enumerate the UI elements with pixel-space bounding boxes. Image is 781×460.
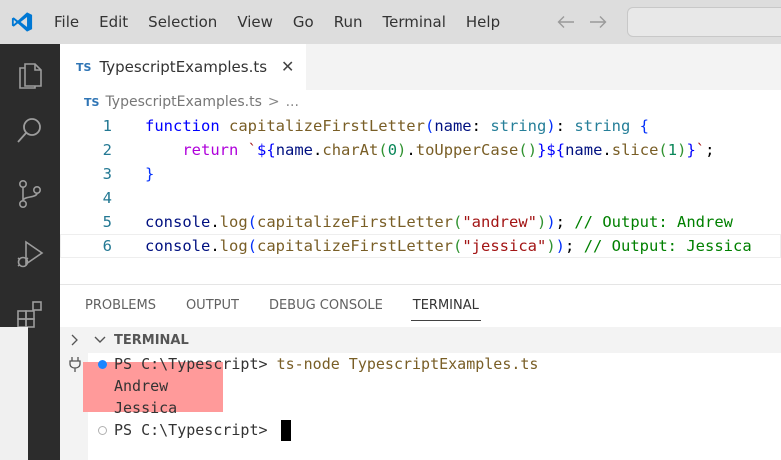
- line-number: 1: [102, 117, 112, 135]
- terminal-prompt: PS C:\Typescript>: [114, 421, 277, 439]
- chevron-down-icon: [94, 332, 106, 348]
- terminal-cursor: [280, 419, 291, 441]
- title-bar: File Edit Selection View Go Run Terminal…: [0, 0, 781, 44]
- terminal-section-label: TERMINAL: [114, 332, 189, 348]
- close-icon[interactable]: ✕: [281, 57, 294, 77]
- editor-area: TS TypescriptExamples.ts ✕ TS Typescript…: [60, 44, 781, 284]
- code-line: 5 console.log(capitalizeFirstLetter("andr…: [60, 210, 781, 234]
- code-line: 3}: [60, 162, 781, 186]
- line-number: 2: [102, 141, 112, 159]
- command-center-search[interactable]: [627, 7, 781, 37]
- vscode-logo-icon: [0, 0, 44, 44]
- menu-go[interactable]: Go: [283, 0, 324, 44]
- plug-icon[interactable]: [66, 355, 84, 373]
- breadcrumb-more[interactable]: ...: [286, 94, 299, 110]
- menu-run[interactable]: Run: [324, 0, 373, 44]
- code-line: 4: [60, 186, 781, 210]
- menu-view[interactable]: View: [227, 0, 283, 44]
- menu-bar: File Edit Selection View Go Run Terminal…: [44, 0, 510, 44]
- terminal-section-header[interactable]: TERMINAL: [88, 327, 781, 353]
- code-editor[interactable]: 1 function capitalizeFirstLetter(name: st…: [60, 114, 781, 258]
- forward-arrow-icon[interactable]: [588, 10, 608, 34]
- code-text: return `${name.charAt(0).toUpperCase()}$…: [182, 141, 715, 159]
- command-success-icon[interactable]: [98, 359, 107, 369]
- terminal-prompt: PS C:\Typescript>: [114, 355, 277, 373]
- terminal-output-line: Jessica: [114, 399, 178, 417]
- menu-selection[interactable]: Selection: [138, 0, 227, 44]
- back-arrow-icon[interactable]: [556, 10, 576, 34]
- code-text: console.log(capitalizeFirstLetter("jessi…: [145, 237, 752, 255]
- code-text: }: [145, 165, 155, 183]
- activity-bar-bottom: [0, 327, 28, 460]
- line-number: 4: [102, 189, 112, 207]
- editor-tabs: TS TypescriptExamples.ts ✕: [60, 44, 781, 90]
- line-number: 6: [102, 237, 112, 255]
- terminal-body[interactable]: PS C:\Typescript> ts-node TypescriptExam…: [83, 353, 781, 460]
- typescript-file-icon: TS: [76, 60, 92, 74]
- bottom-panel: PROBLEMS OUTPUT DEBUG CONSOLE TERMINAL T…: [0, 284, 781, 460]
- files-icon[interactable]: [0, 50, 60, 98]
- breadcrumb-file[interactable]: TypescriptExamples.ts: [105, 94, 261, 110]
- breadcrumb: TS TypescriptExamples.ts > ...: [60, 90, 781, 114]
- chevron-right-icon[interactable]: [66, 331, 84, 349]
- chevron-right-icon: >: [267, 94, 280, 110]
- line-number: 3: [102, 165, 112, 183]
- terminal-command: ts-node TypescriptExamples.ts: [276, 355, 539, 373]
- typescript-file-icon: TS: [84, 95, 100, 109]
- command-pending-icon: [98, 425, 107, 435]
- tab-debug-console[interactable]: DEBUG CONSOLE: [269, 285, 383, 327]
- code-line: 1 function capitalizeFirstLetter(name: st…: [60, 114, 781, 138]
- terminal-line: PS C:\Typescript>: [88, 419, 291, 441]
- code-text: console.log(capitalizeFirstLetter("andre…: [145, 213, 733, 231]
- tab-label: TypescriptExamples.ts: [99, 58, 268, 76]
- run-debug-icon[interactable]: [0, 230, 60, 278]
- menu-file[interactable]: File: [44, 0, 89, 44]
- search-icon[interactable]: [0, 106, 60, 154]
- menu-help[interactable]: Help: [456, 0, 510, 44]
- terminal-line: PS C:\Typescript> ts-node TypescriptExam…: [88, 353, 538, 375]
- navigation-arrows: [556, 10, 608, 34]
- panel-tabs: PROBLEMS OUTPUT DEBUG CONSOLE TERMINAL: [60, 285, 781, 327]
- tab-typescript-examples[interactable]: TS TypescriptExamples.ts ✕: [60, 44, 307, 90]
- line-number: 5: [102, 213, 112, 231]
- code-line: 6 console.log(capitalizeFirstLetter("jess…: [60, 234, 781, 258]
- tab-terminal[interactable]: TERMINAL: [410, 285, 482, 327]
- terminal-output-line: Andrew: [114, 377, 169, 395]
- code-text: function capitalizeFirstLetter(name: str…: [145, 117, 649, 135]
- menu-edit[interactable]: Edit: [89, 0, 138, 44]
- menu-terminal[interactable]: Terminal: [373, 0, 456, 44]
- tab-problems[interactable]: PROBLEMS: [85, 285, 156, 327]
- tab-output[interactable]: OUTPUT: [186, 285, 239, 327]
- source-control-icon[interactable]: [0, 170, 60, 218]
- code-line: 2 return `${name.charAt(0).toUpperCase()…: [60, 138, 781, 162]
